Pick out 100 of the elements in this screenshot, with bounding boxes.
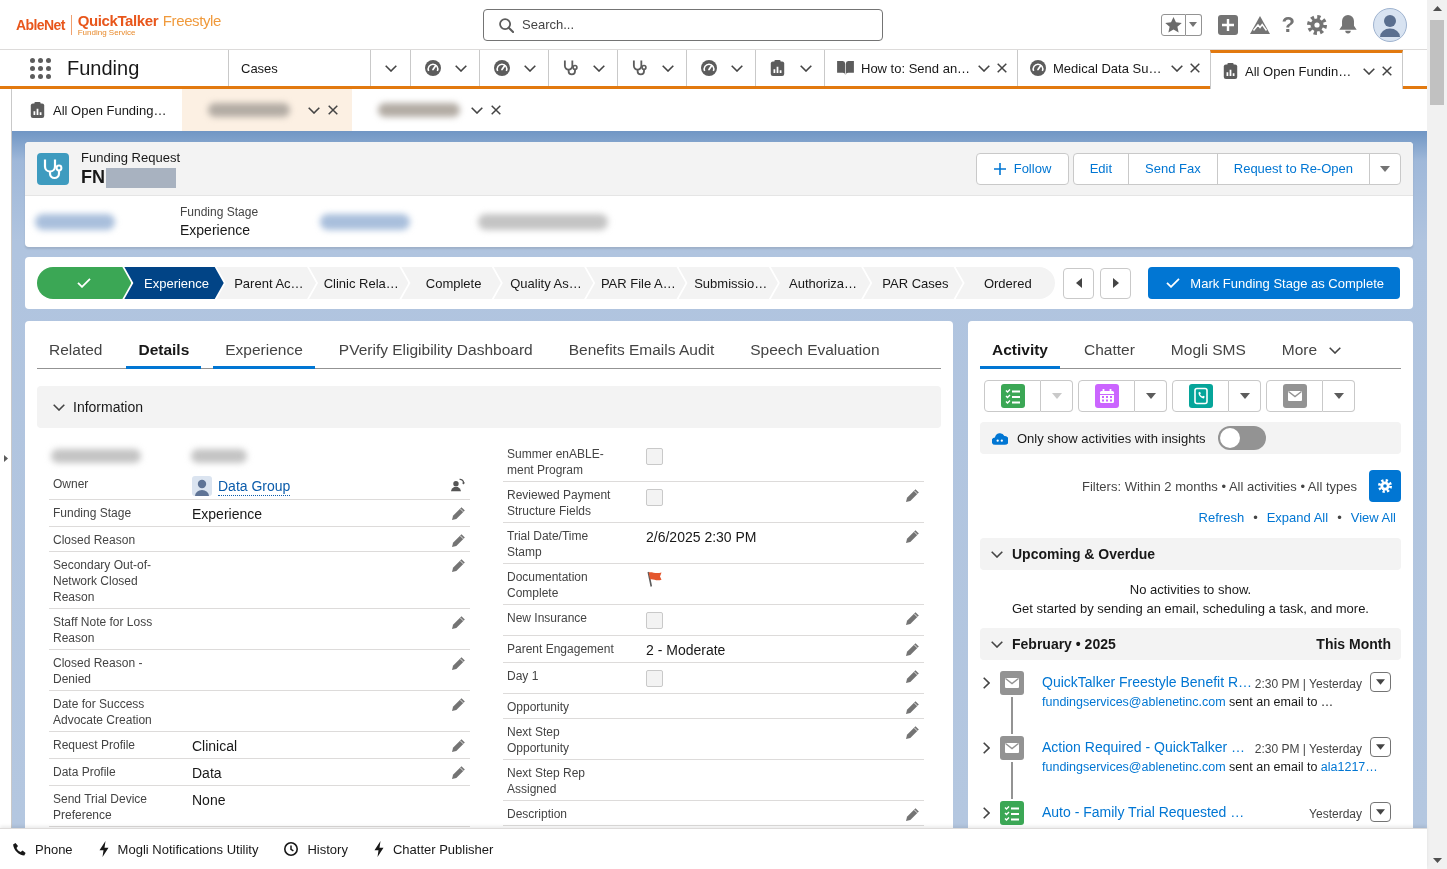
chevron-right-icon[interactable] [983, 677, 990, 689]
action-button[interactable]: Edit [1072, 152, 1130, 185]
quick-action-button[interactable] [1078, 380, 1135, 412]
pencil-icon[interactable] [906, 701, 919, 714]
path-stage[interactable]: Complete [401, 267, 501, 299]
pencil-icon[interactable] [906, 643, 919, 656]
mountain-icon[interactable] [1249, 15, 1270, 34]
caret-right-icon[interactable] [3, 455, 8, 462]
tab[interactable]: Experience [213, 330, 315, 369]
path-stage[interactable]: Ordered [955, 267, 1055, 299]
chevron-down-icon[interactable] [1363, 67, 1375, 75]
pencil-icon[interactable] [452, 766, 465, 779]
favorites-button[interactable] [1160, 13, 1186, 36]
follow-button[interactable]: Follow [975, 152, 1069, 185]
pencil-icon[interactable] [452, 698, 465, 711]
pencil-icon[interactable] [906, 612, 919, 625]
path-stage[interactable]: PAR Cases [863, 267, 963, 299]
quick-action-menu-button[interactable] [1229, 380, 1261, 412]
subtab[interactable]: All Open Funding… [12, 89, 182, 131]
close-icon[interactable] [1190, 63, 1200, 73]
chevron-down-icon[interactable] [1171, 64, 1183, 72]
utility-item[interactable]: Mogli Notifications Utility [98, 841, 259, 857]
path-stage[interactable]: Experience [124, 267, 224, 299]
chevron-down-icon[interactable] [991, 640, 1003, 648]
pencil-icon[interactable] [906, 489, 919, 502]
close-icon[interactable] [997, 63, 1007, 73]
chevron-down-icon[interactable] [593, 64, 605, 72]
chevron-down-icon[interactable] [308, 106, 320, 114]
more-actions-button[interactable] [1369, 152, 1401, 185]
pencil-icon[interactable] [452, 616, 465, 629]
path-stage[interactable]: Authoriza… [770, 267, 871, 299]
pencil-icon[interactable] [906, 808, 919, 821]
chevron-down-icon[interactable] [524, 64, 536, 72]
scrollbar-thumb[interactable] [1430, 20, 1444, 105]
scrollbar[interactable] [1427, 0, 1447, 869]
action-button[interactable]: Request to Re-Open [1216, 152, 1370, 185]
workspace-tab[interactable]: All Open Fundin… [1210, 50, 1403, 89]
activity-menu-button[interactable] [1370, 737, 1391, 757]
owner-link[interactable]: Data Group [218, 476, 291, 496]
pencil-icon[interactable] [906, 670, 919, 683]
tab[interactable]: Related [37, 330, 115, 369]
help-icon[interactable]: ? [1281, 13, 1295, 36]
action-link[interactable]: Expand All [1266, 510, 1329, 526]
utility-item[interactable]: History [284, 841, 348, 857]
tab[interactable]: Benefits Emails Audit [556, 330, 727, 369]
action-link[interactable]: View All [1350, 510, 1396, 526]
activity-menu-button[interactable] [1370, 672, 1391, 692]
settings-icon[interactable] [1307, 14, 1327, 35]
activity-menu-button[interactable] [1370, 802, 1391, 822]
chevron-right-icon[interactable] [983, 807, 990, 819]
tab[interactable]: Speech Evaluation [738, 330, 892, 369]
search-field[interactable]: Search... [483, 8, 883, 41]
chevron-down-icon[interactable] [455, 64, 467, 72]
recipient-link[interactable]: ala1217… [1320, 760, 1378, 774]
tab[interactable]: PVerify Eligibility Dashboard [326, 330, 545, 369]
utility-item[interactable]: Phone [13, 841, 73, 857]
next-button[interactable] [1100, 267, 1131, 299]
pencil-icon[interactable] [452, 657, 465, 670]
sender-link[interactable]: fundingservices@ablenetinc.com [1042, 695, 1226, 709]
pencil-icon[interactable] [452, 507, 465, 520]
pencil-icon[interactable] [906, 726, 919, 739]
pencil-icon[interactable] [452, 534, 465, 547]
action-button[interactable]: Send Fax [1128, 152, 1218, 185]
path-stage[interactable]: PAR File A… [586, 267, 686, 299]
path-stage[interactable] [37, 267, 132, 299]
chevron-down-icon[interactable] [991, 550, 1003, 558]
tab[interactable]: Details [126, 330, 202, 369]
tab[interactable]: Activity [980, 330, 1060, 369]
tab[interactable]: Mogli SMS [1158, 330, 1258, 369]
change-owner-icon[interactable] [451, 478, 465, 492]
chevron-down-icon[interactable] [731, 64, 743, 72]
pencil-icon[interactable] [452, 559, 465, 572]
tab[interactable]: Chatter [1072, 330, 1147, 369]
quick-action-menu-button[interactable] [1135, 380, 1167, 412]
close-icon[interactable] [1382, 66, 1392, 76]
chevron-down-icon[interactable] [978, 64, 990, 72]
action-link[interactable]: Refresh [1198, 510, 1245, 526]
plus-icon[interactable] [1217, 14, 1238, 35]
path-stage[interactable]: Submissio… [678, 267, 778, 299]
activity-subject-link[interactable]: Action Required - QuickTalker … [1042, 739, 1247, 755]
tab[interactable]: More [1269, 330, 1354, 369]
chevron-down-icon[interactable] [662, 64, 674, 72]
quick-action-button[interactable] [984, 380, 1041, 412]
down-arrow-icon[interactable] [1432, 858, 1442, 863]
mark-complete-button[interactable]: Mark Funding Stage as Complete [1148, 267, 1400, 299]
insights-toggle[interactable] [1217, 426, 1266, 450]
chevron-down-icon[interactable] [384, 64, 397, 72]
avatar-icon[interactable] [1373, 7, 1407, 42]
close-icon[interactable] [328, 105, 338, 115]
filter-settings-button[interactable] [1369, 470, 1401, 502]
close-icon[interactable] [491, 105, 501, 115]
previous-button[interactable] [1063, 267, 1094, 299]
bell-icon[interactable] [1339, 15, 1357, 34]
chevron-down-icon[interactable] [53, 403, 65, 411]
navigation-item[interactable]: Cases [228, 50, 370, 86]
quick-action-button[interactable] [1172, 380, 1229, 412]
activity-subject-link[interactable]: Auto - Family Trial Requested … [1042, 804, 1302, 820]
sender-link[interactable]: fundingservices@ablenetinc.com [1042, 760, 1226, 774]
path-stage[interactable]: Clinic Rela… [309, 267, 409, 299]
chevron-right-icon[interactable] [983, 742, 990, 754]
